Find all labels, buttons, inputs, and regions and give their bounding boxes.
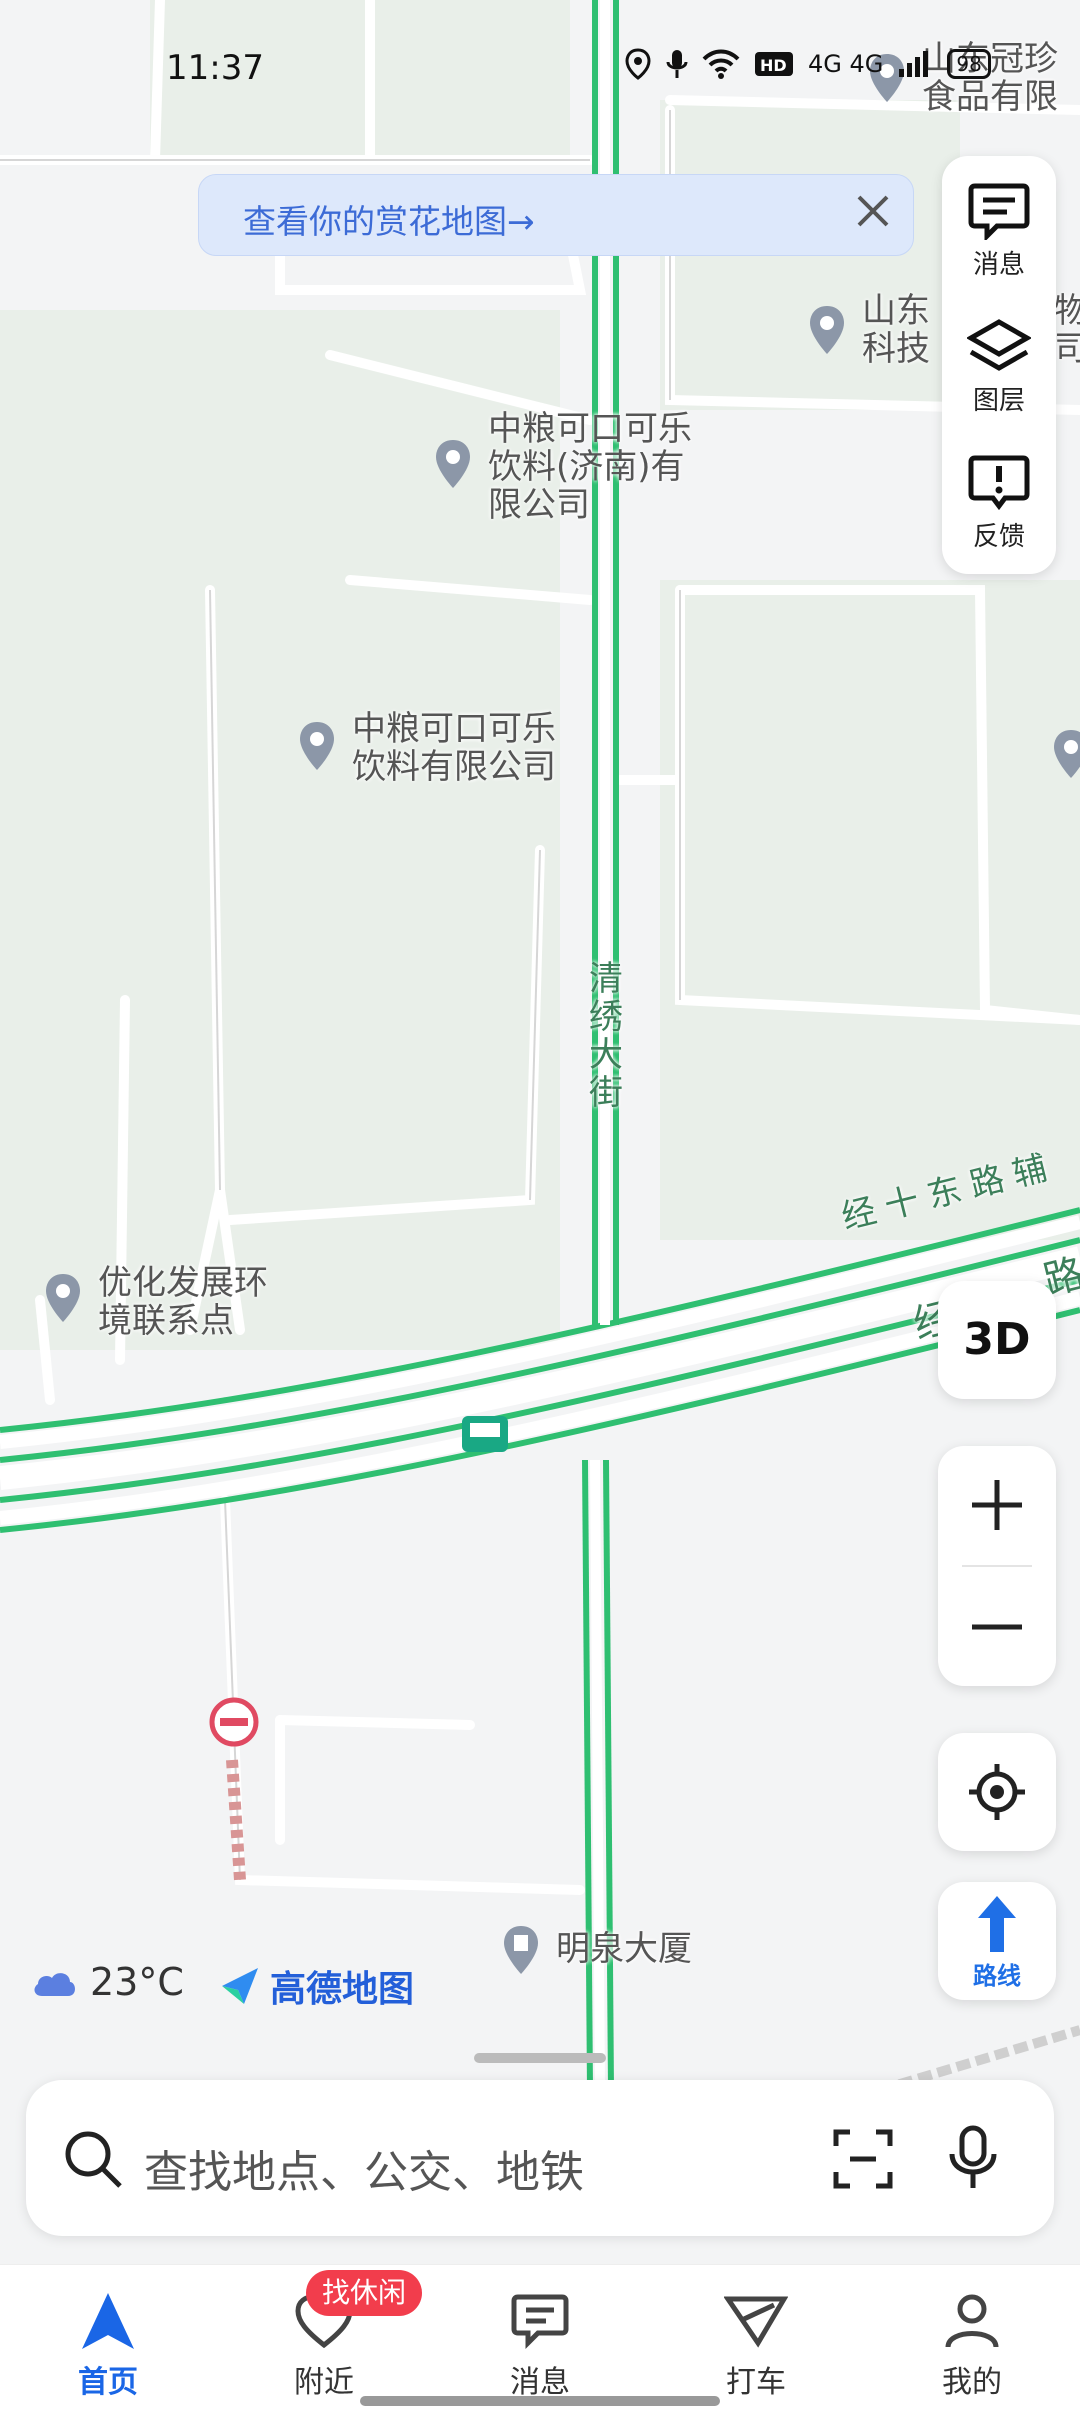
poi-line: 中粮可口可乐 bbox=[488, 409, 692, 449]
network-label: 4G 4G bbox=[808, 50, 884, 78]
poi-line: 饮料有限公司 bbox=[352, 747, 556, 787]
zoom-out-icon[interactable] bbox=[968, 1598, 1026, 1656]
poi-label[interactable]: 中粮可口可乐 饮料(济南)有 限公司 bbox=[488, 410, 692, 524]
poi-line: 限公司 bbox=[488, 485, 590, 525]
status-bar: 11:37 HD 4G 4G 98 bbox=[0, 0, 1080, 140]
feedback-label: 反馈 bbox=[972, 522, 1025, 552]
profile-icon bbox=[945, 2294, 999, 2348]
3d-toggle-button[interactable]: 3D bbox=[938, 1281, 1056, 1399]
road-label-vertical: 清 绣 大 街 bbox=[586, 960, 626, 1112]
home-indicator[interactable] bbox=[360, 2396, 720, 2406]
location-pin-icon[interactable] bbox=[434, 438, 472, 490]
poi-line: 中粮可口可乐 bbox=[352, 709, 556, 749]
route-button[interactable]: 路线 bbox=[938, 1882, 1056, 2000]
cloud-icon bbox=[34, 1973, 75, 1996]
location-pin-icon[interactable] bbox=[808, 304, 846, 356]
wifi-icon bbox=[702, 49, 740, 79]
tab-home[interactable]: 首页 bbox=[8, 2265, 208, 2413]
poi-line: 优化发展环 bbox=[98, 1263, 268, 1303]
location-pin-icon[interactable] bbox=[44, 1272, 82, 1324]
scan-icon[interactable] bbox=[832, 2128, 894, 2190]
locate-me-button[interactable] bbox=[938, 1733, 1056, 1851]
tab-label: 消息 bbox=[510, 2365, 570, 2400]
tab-taxi[interactable]: 打车 bbox=[656, 2265, 856, 2413]
road-char: 绣 bbox=[589, 997, 623, 1037]
poi-line: 科技 bbox=[862, 329, 930, 369]
route-label: 路线 bbox=[973, 1962, 1021, 1990]
location-icon bbox=[625, 48, 651, 80]
sheet-drag-handle[interactable] bbox=[474, 2053, 606, 2063]
taxi-icon bbox=[724, 2296, 788, 2348]
signal-icon bbox=[899, 51, 929, 77]
status-icons: HD 4G 4G 98 bbox=[624, 48, 991, 80]
search-box[interactable]: 查找地点、公交、地铁 bbox=[26, 2080, 1054, 2236]
tab-messages[interactable]: 消息 bbox=[440, 2265, 640, 2413]
poi-line: 明泉大厦 bbox=[556, 1929, 692, 1969]
side-tool-panel: 消息 图层 反馈 bbox=[942, 156, 1056, 574]
route-arrow-icon bbox=[978, 1896, 1016, 1952]
zoom-in-icon[interactable] bbox=[968, 1476, 1026, 1534]
zoom-control bbox=[938, 1446, 1056, 1686]
tab-label: 首页 bbox=[78, 2365, 138, 2400]
building-pin-icon[interactable] bbox=[502, 1924, 540, 1976]
home-navigation-icon bbox=[82, 2293, 134, 2349]
poi-label[interactable]: 优化发展环 境联系点 bbox=[98, 1264, 268, 1340]
battery-indicator: 98 bbox=[947, 49, 991, 79]
tab-label: 附近 bbox=[294, 2365, 354, 2400]
temperature: 23°C bbox=[90, 1960, 184, 2004]
road-char: 大 bbox=[589, 1035, 623, 1075]
clock: 11:37 bbox=[166, 48, 264, 88]
close-icon[interactable] bbox=[851, 189, 895, 233]
poi-label[interactable]: 明泉大厦 bbox=[556, 1930, 692, 1968]
amap-logo-icon bbox=[222, 1968, 258, 2004]
microphone-icon bbox=[666, 50, 688, 78]
zoom-divider bbox=[962, 1565, 1032, 1567]
flower-map-banner[interactable]: 查看你的赏花地图→ bbox=[198, 174, 914, 256]
messages-tab-icon bbox=[511, 2294, 569, 2350]
voice-input-icon[interactable] bbox=[948, 2124, 998, 2192]
poi-line: 物 bbox=[1054, 291, 1080, 331]
message-label: 消息 bbox=[972, 250, 1025, 280]
bottom-tab-bar: 首页 附近 消息 打车 我的 bbox=[0, 2264, 1080, 2413]
message-button[interactable]: 消息 bbox=[942, 166, 1056, 296]
weather-widget[interactable]: 23°C bbox=[30, 1960, 184, 2004]
poi-label[interactable]: 中粮可口可乐 饮料有限公司 bbox=[352, 710, 556, 786]
location-pin-icon[interactable] bbox=[298, 720, 336, 772]
poi-line: 境联系点 bbox=[98, 1301, 234, 1341]
poi-line: 山东 bbox=[862, 291, 930, 331]
road-char: 清 bbox=[589, 959, 623, 999]
tab-profile[interactable]: 我的 bbox=[872, 2265, 1072, 2413]
poi-label[interactable]: 山东 科技 bbox=[862, 292, 930, 368]
brand-name: 高德地图 bbox=[270, 1969, 415, 2010]
tab-label: 我的 bbox=[942, 2365, 1002, 2400]
location-pin-icon[interactable] bbox=[1052, 728, 1080, 780]
amap-logo: 高德地图 bbox=[218, 1960, 414, 2012]
search-placeholder: 查找地点、公交、地铁 bbox=[144, 2147, 584, 2198]
svg-text:HD: HD bbox=[760, 56, 787, 75]
layers-icon bbox=[967, 319, 1031, 371]
tab-label: 打车 bbox=[726, 2365, 786, 2400]
hd-icon: HD bbox=[755, 52, 793, 76]
poi-label[interactable]: 物 司 bbox=[1054, 292, 1080, 368]
poi-line: 饮料(济南)有 bbox=[488, 447, 685, 487]
leisure-badge[interactable]: 找休闲 bbox=[306, 2270, 423, 2316]
layers-button[interactable]: 图层 bbox=[942, 302, 1056, 432]
poi-line: 司 bbox=[1054, 329, 1080, 369]
banner-text: 查看你的赏花地图→ bbox=[243, 202, 535, 241]
feedback-icon bbox=[968, 455, 1030, 511]
layers-label: 图层 bbox=[972, 386, 1025, 416]
locate-icon bbox=[969, 1764, 1025, 1820]
message-icon bbox=[968, 183, 1030, 240]
search-icon bbox=[65, 2131, 122, 2188]
feedback-button[interactable]: 反馈 bbox=[942, 438, 1056, 568]
road-char: 街 bbox=[589, 1073, 623, 1113]
